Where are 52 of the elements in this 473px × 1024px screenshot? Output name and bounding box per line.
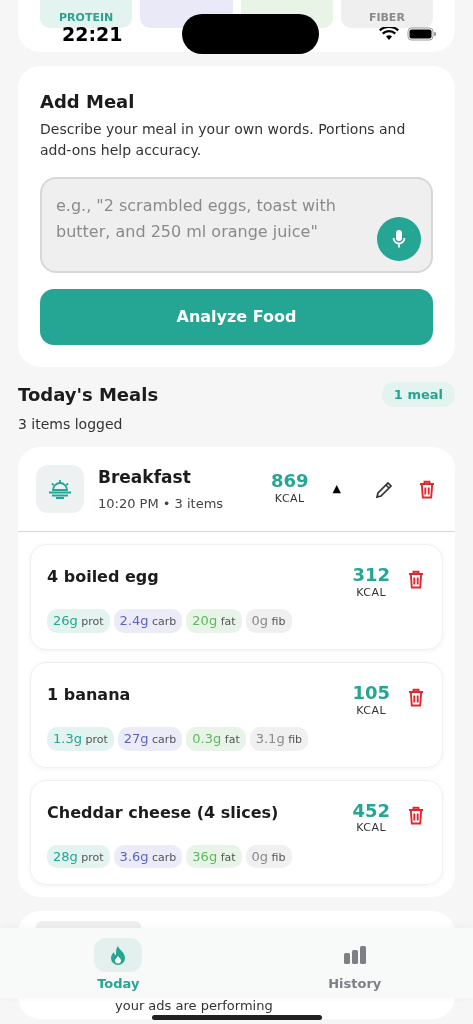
kcal-label: KCAL	[355, 584, 388, 601]
kcal-label: KCAL	[273, 490, 306, 507]
macro-chip: 28g prot	[47, 844, 110, 869]
macro-chip: 36g fat	[186, 844, 242, 869]
kcal-label: KCAL	[355, 702, 388, 719]
mic-button[interactable]	[377, 217, 421, 261]
analyze-food-button[interactable]: Analyze Food	[40, 289, 433, 345]
food-name: 4 boiled egg	[47, 566, 160, 588]
card-title: Add Meal	[40, 90, 136, 114]
macro-chip: 3.6g carb	[113, 844, 183, 869]
macro-chip: 27g carb	[117, 727, 183, 751]
tab-button[interactable]: History	[236, 928, 473, 998]
kcal-value: 869	[270, 470, 309, 491]
wifi-icon	[379, 27, 399, 41]
food-name: 1 banana	[47, 683, 132, 706]
food-name: Cheddar cheese (4 slices)	[47, 801, 280, 824]
meal-meta: 10:20 PM • 3 items	[98, 494, 225, 513]
status-time: 22:21	[62, 24, 123, 44]
card-description: Describe your meal in your own words. Portions and add-ons help accuracy.	[40, 120, 407, 160]
kcal-value: 312	[352, 565, 390, 585]
kcal-value: 452	[352, 800, 390, 821]
kcal-label: KCAL	[355, 820, 388, 837]
collapse-toggle[interactable]: ▲	[330, 478, 343, 500]
flame-icon	[110, 945, 127, 965]
section-title: Today's Meals	[18, 383, 159, 407]
macro-chip: 0.3g fat	[186, 727, 246, 751]
tab-button[interactable]: Today	[0, 928, 237, 998]
pencil-icon	[375, 480, 393, 499]
meal-input-field[interactable]: e.g., "2 scrambled eggs, toast with butter, and 250 ml orange juice"	[40, 177, 433, 273]
macro-chip: 2.4g carb	[113, 609, 183, 633]
bar-chart-icon	[343, 946, 366, 964]
sunrise-icon	[48, 479, 72, 499]
trash-icon	[408, 570, 424, 589]
battery-icon	[407, 27, 437, 41]
microphone-icon	[392, 229, 406, 249]
text-input[interactable]: e.g., "2 scrambled eggs, toast with butter, and 250 ml orange juice"	[54, 191, 371, 259]
macro-chip: 1.3g prot	[47, 727, 114, 751]
macro-chip: 20g fat	[186, 609, 242, 633]
macro-chip: 0g fib	[245, 609, 292, 633]
macro-chip: 26g prot	[47, 609, 110, 633]
kcal-value: 105	[352, 682, 390, 703]
tile-label: PROTEIN	[59, 9, 114, 26]
macro-chip: 3.1g fib	[249, 727, 309, 751]
trash-icon	[419, 480, 435, 499]
macro-chip: 0g fib	[245, 844, 292, 869]
trash-icon	[408, 687, 424, 707]
ad-text: your ads are performing	[115, 999, 273, 1014]
meal-name: Breakfast	[98, 466, 192, 489]
trash-icon	[408, 805, 424, 825]
tile-label: FIBER	[368, 9, 405, 26]
meal-count-badge: 1 meal	[381, 381, 455, 408]
items-logged-text: 3 items logged	[18, 415, 124, 434]
